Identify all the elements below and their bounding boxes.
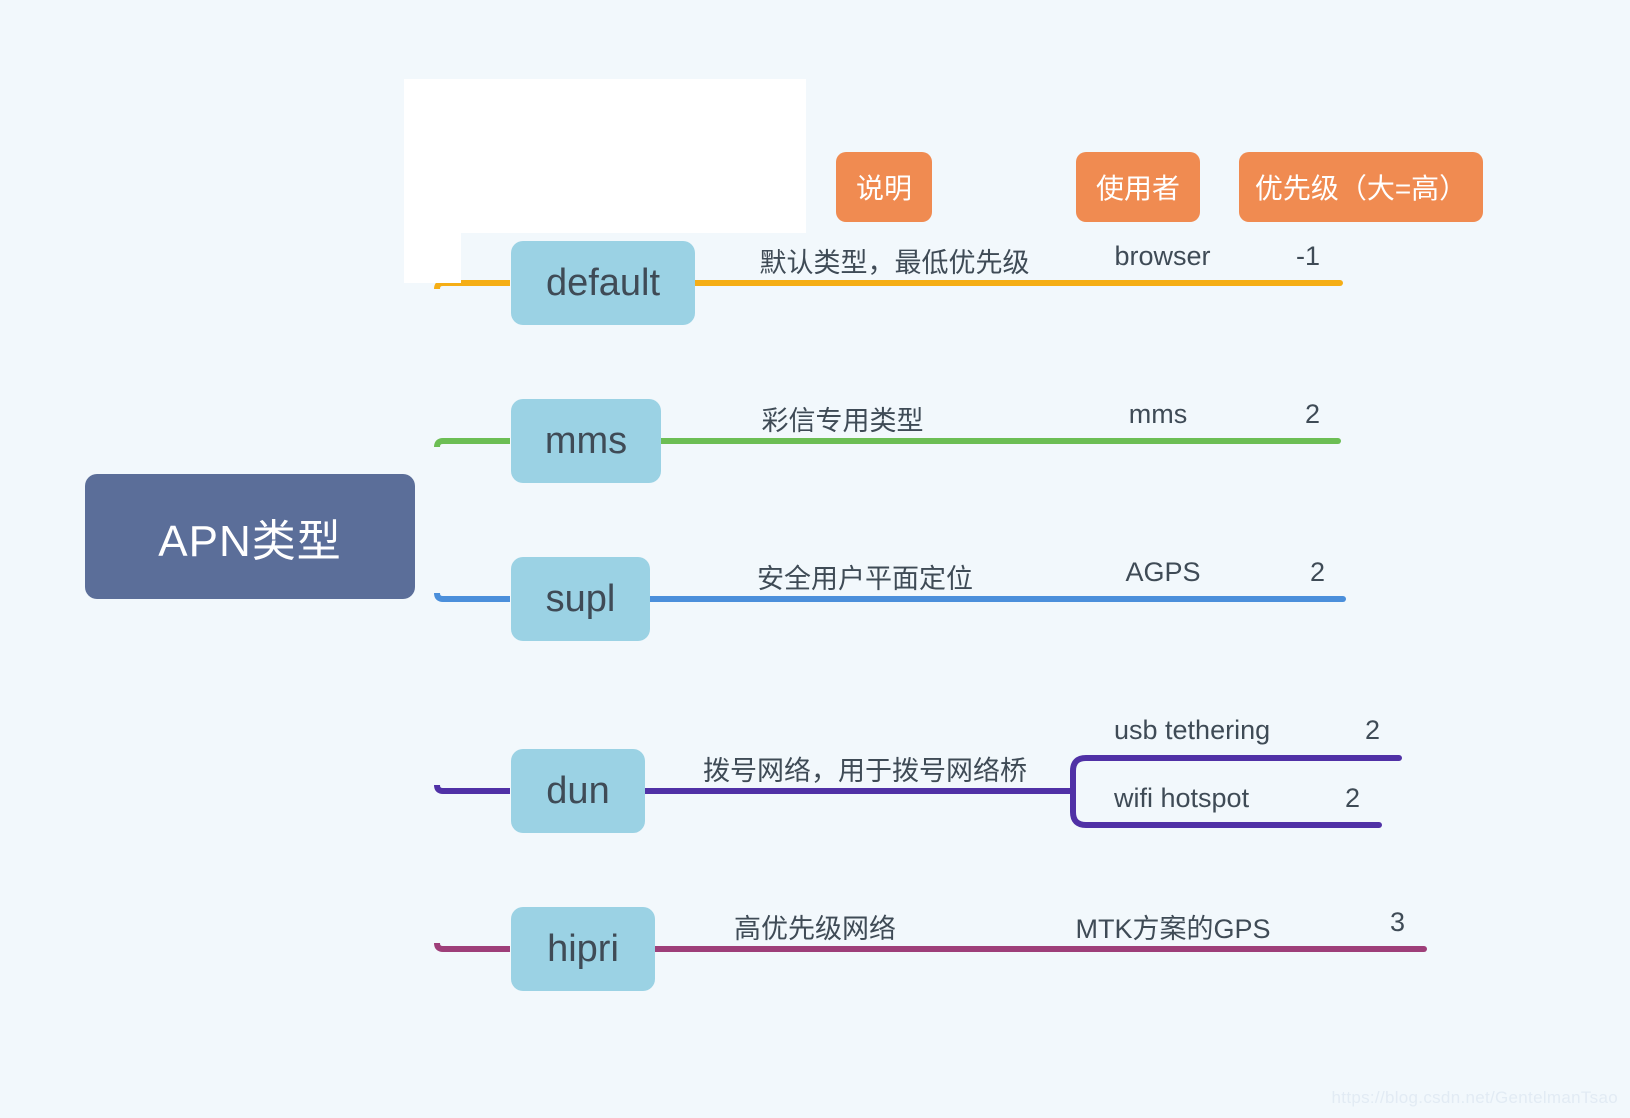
mindmap-canvas: APN类型 说明 使用者 优先级（大=高） default 默认类型，最低优先级…	[0, 0, 1630, 1118]
branch-node-hipri-label: hipri	[547, 927, 619, 970]
column-header-description-label: 说明	[855, 173, 912, 204]
branch-node-dun-label: dun	[546, 769, 610, 812]
branch-node-supl[interactable]: supl	[511, 557, 650, 641]
branch-dun-child-usb-tethering-priority: 2	[1364, 715, 1380, 745]
branch-node-dun[interactable]: dun	[511, 749, 645, 833]
blank-overlay-panel	[404, 79, 806, 233]
branch-hipri-priority: 3	[1389, 907, 1405, 937]
column-header-description[interactable]: 说明	[836, 152, 932, 222]
branch-node-supl-label: supl	[545, 577, 616, 620]
branch-node-default-label: default	[545, 261, 661, 304]
branch-mms-description: 彩信专用类型	[761, 406, 924, 436]
branch-node-mms-label: mms	[544, 419, 628, 462]
branch-dun-description: 拨号网络，用于拨号网络桥	[703, 756, 1027, 786]
branch-node-mms[interactable]: mms	[511, 399, 661, 483]
branch-supl-priority: 2	[1309, 557, 1325, 587]
root-node[interactable]: APN类型	[85, 474, 415, 599]
branch-hipri-user: MTK方案的GPS	[1075, 914, 1271, 944]
column-header-priority-label: 优先级（大=高）	[1254, 173, 1468, 204]
branch-default-priority: -1	[1295, 241, 1320, 271]
branch-mms-priority: 2	[1304, 399, 1320, 429]
branch-hipri-description: 高优先级网络	[734, 914, 896, 944]
blank-overlay-tab	[404, 233, 461, 283]
branch-supl-description: 安全用户平面定位	[757, 564, 973, 594]
branch-dun-child-wifi-hotspot-priority: 2	[1344, 783, 1360, 813]
column-header-user-label: 使用者	[1095, 173, 1180, 204]
branch-default-description: 默认类型，最低优先级	[759, 248, 1030, 278]
watermark: https://blog.csdn.net/GentelmanTsao	[1331, 1088, 1618, 1107]
column-header-user[interactable]: 使用者	[1076, 152, 1200, 222]
root-node-label: APN类型	[158, 516, 342, 566]
branch-node-default[interactable]: default	[511, 241, 695, 325]
branch-node-hipri[interactable]: hipri	[511, 907, 655, 991]
column-header-priority[interactable]: 优先级（大=高）	[1239, 152, 1483, 222]
